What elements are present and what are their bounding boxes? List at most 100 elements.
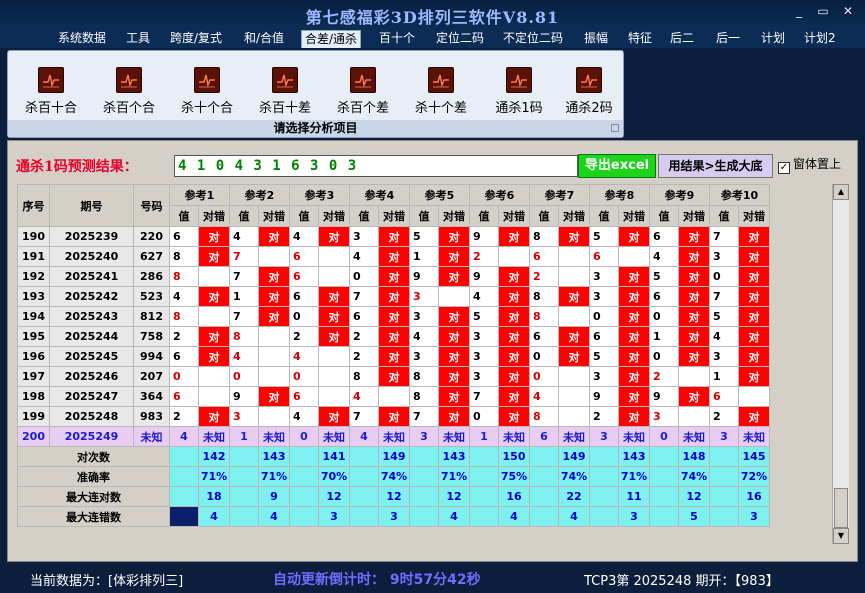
ref-header[interactable]: 参考5	[409, 184, 470, 206]
table-row[interactable]: 191 2025240 627 8 对 7 6 4 对 1 对 2 6 6 4 对 3 对	[17, 246, 770, 267]
dialog-launcher-icon[interactable]	[611, 124, 619, 132]
ref-header[interactable]: 参考8	[589, 184, 650, 206]
value-subheader: 值	[649, 205, 679, 227]
ribbon-button-1[interactable]: 杀百个合	[93, 65, 165, 116]
ref-header[interactable]: 参考1	[169, 184, 230, 206]
ref-value: 1	[229, 286, 259, 307]
ref-value: 6	[169, 346, 199, 367]
ref-header[interactable]: 参考9	[649, 184, 710, 206]
stats-spacer	[289, 506, 319, 527]
ref-value: 4	[709, 326, 739, 347]
ref-value: 4	[529, 386, 559, 407]
ref-header[interactable]: 参考10	[709, 184, 770, 206]
ref-value: 0	[529, 346, 559, 367]
current-row[interactable]: 200 2025249 未知 4 未知 1 未知 0 未知 4 未知 3 未知 1 未知 6 未知 3 未知 0 未知 3…	[17, 426, 770, 447]
table-row[interactable]: 193 2025242 523 4 对 1 对 6 对 7 对 3 4 对 8 对 3 对 6 对 7 对	[17, 286, 770, 307]
menu-item-6[interactable]: 定位二码	[433, 30, 487, 48]
scroll-up-icon[interactable]: ▲	[833, 184, 849, 200]
menu-item-11[interactable]: 后一	[713, 30, 743, 48]
stats-spacer	[229, 466, 259, 487]
table-row[interactable]: 195 2025244 758 2 对 8 2 对 2 对 4 对 3 对 6 对 6 对 1 对 4 对	[17, 326, 770, 347]
hit-subheader: 对错	[378, 205, 410, 227]
menu-item-1[interactable]: 工具	[123, 30, 153, 48]
hit-subheader: 对错	[558, 205, 590, 227]
ribbon-button-0[interactable]: 杀百十合	[15, 65, 87, 116]
ref-header[interactable]: 参考6	[469, 184, 530, 206]
close-button[interactable]: ✕	[837, 4, 859, 18]
ref-header[interactable]: 参考3	[289, 184, 350, 206]
menu-item-8[interactable]: 振幅	[581, 30, 611, 48]
miss-mark	[198, 386, 230, 407]
always-on-top-checkbox[interactable]: ✓ 窗体置上	[778, 155, 841, 174]
menu-item-3[interactable]: 和/合值	[241, 30, 287, 48]
number-header[interactable]: 号码	[133, 184, 170, 227]
hit-mark: 对	[378, 286, 410, 307]
table-row[interactable]: 196 2025245 994 6 对 4 4 2 对 3 对 3 对 0 对 5 对 0 对 3 对	[17, 346, 770, 367]
row-issue: 2025239	[49, 226, 134, 247]
menu-item-5[interactable]: 百十个	[376, 30, 418, 48]
generate-big-base-button[interactable]: 用结果>生成大底	[658, 154, 773, 178]
stats-spacer	[229, 506, 259, 527]
row-issue: 2025247	[49, 386, 134, 407]
menu-item-10[interactable]: 后二	[667, 30, 697, 48]
ribbon-button-6[interactable]: 通杀1码	[483, 65, 555, 116]
ribbon-button-3[interactable]: 杀百十差	[249, 65, 321, 116]
menu-item-7[interactable]: 不定位二码	[500, 30, 566, 48]
hit-mark: 对	[738, 346, 770, 367]
ribbon-button-2[interactable]: 杀十个合	[171, 65, 243, 116]
hit-mark: 对	[498, 286, 530, 307]
ref-header[interactable]: 参考4	[349, 184, 410, 206]
table-row[interactable]: 194 2025243 812 8 7 对 0 对 6 对 3 对 5 对 8 0 对 0 对 5 对	[17, 306, 770, 327]
export-excel-button[interactable]: 导出excel	[578, 154, 656, 178]
ref-value: 8	[529, 406, 559, 427]
issue-header[interactable]: 期号	[49, 184, 134, 227]
ref-header[interactable]: 参考2	[229, 184, 290, 206]
main-panel: 通杀1码预测结果： 4 1 0 4 3 1 6 3 0 3 导出excel 用结…	[7, 140, 858, 562]
prediction-result-field[interactable]: 4 1 0 4 3 1 6 3 0 3	[174, 155, 578, 177]
menu-item-4[interactable]: 合差/通杀	[301, 30, 362, 48]
stats-value: 141	[318, 446, 350, 467]
hit-mark: 对	[738, 226, 770, 247]
stats-row: 对次数 142 143 141 149 143 150 149 143 148 145	[17, 446, 770, 467]
restore-button[interactable]: ▭	[812, 4, 834, 18]
stats-value: 3	[318, 506, 350, 527]
ribbon-button-5[interactable]: 杀十个差	[405, 65, 477, 116]
ref-value: 7	[409, 406, 439, 427]
checkbox-check-icon[interactable]: ✓	[778, 162, 790, 174]
table-row[interactable]: 192 2025241 286 8 7 对 6 0 对 9 对 9 对 2 3 对 5 对 0 对	[17, 266, 770, 287]
menu-item-13[interactable]: 计划2	[801, 30, 839, 48]
miss-mark	[258, 406, 290, 427]
table-row[interactable]: 190 2025239 220 6 对 4 对 4 对 3 对 5 对 9 对 8 对 5 对 6 对 7 对	[17, 226, 770, 247]
minimize-button[interactable]: _	[788, 4, 810, 18]
scrollbar-thumb[interactable]	[834, 488, 848, 528]
stats-spacer	[349, 506, 379, 527]
ribbon-button-4[interactable]: 杀百个差	[327, 65, 399, 116]
ribbon-button-7[interactable]: 通杀2码	[553, 65, 625, 116]
stats-spacer	[649, 466, 679, 487]
table-row[interactable]: 199 2025248 983 2 对 3 4 对 7 对 7 对 0 对 8 2 对 3 2 对	[17, 406, 770, 427]
stats-spacer	[409, 466, 439, 487]
menu-item-0[interactable]: 系统数据	[55, 30, 109, 48]
table-row[interactable]: 197 2025246 207 0 0 0 8 对 8 对 3 对 0 3 对 2 1 对	[17, 366, 770, 387]
table-row[interactable]: 198 2025247 364 6 9 对 6 4 8 对 7 对 4 9 对 9 对 6	[17, 386, 770, 407]
ref-header[interactable]: 参考7	[529, 184, 590, 206]
hit-mark: 对	[738, 266, 770, 287]
ref-value: 5	[589, 346, 619, 367]
row-number: 523	[133, 286, 170, 307]
vertical-scrollbar[interactable]: ▲ ▼	[832, 184, 849, 544]
miss-mark	[498, 246, 530, 267]
hit-mark: 对	[618, 306, 650, 327]
hit-mark: 对	[618, 286, 650, 307]
row-issue: 2025246	[49, 366, 134, 387]
miss-mark	[438, 286, 470, 307]
menu-item-2[interactable]: 跨度/复式	[167, 30, 225, 48]
seq-header[interactable]: 序号	[17, 184, 50, 227]
menu-item-9[interactable]: 特征	[625, 30, 655, 48]
ref-value: 6	[589, 326, 619, 347]
row-issue: 2025245	[49, 346, 134, 367]
scroll-down-icon[interactable]: ▼	[833, 528, 849, 544]
stats-spacer	[469, 486, 499, 507]
ref-value: 9	[469, 226, 499, 247]
stats-value: 22	[558, 486, 590, 507]
menu-item-12[interactable]: 计划	[758, 30, 788, 48]
